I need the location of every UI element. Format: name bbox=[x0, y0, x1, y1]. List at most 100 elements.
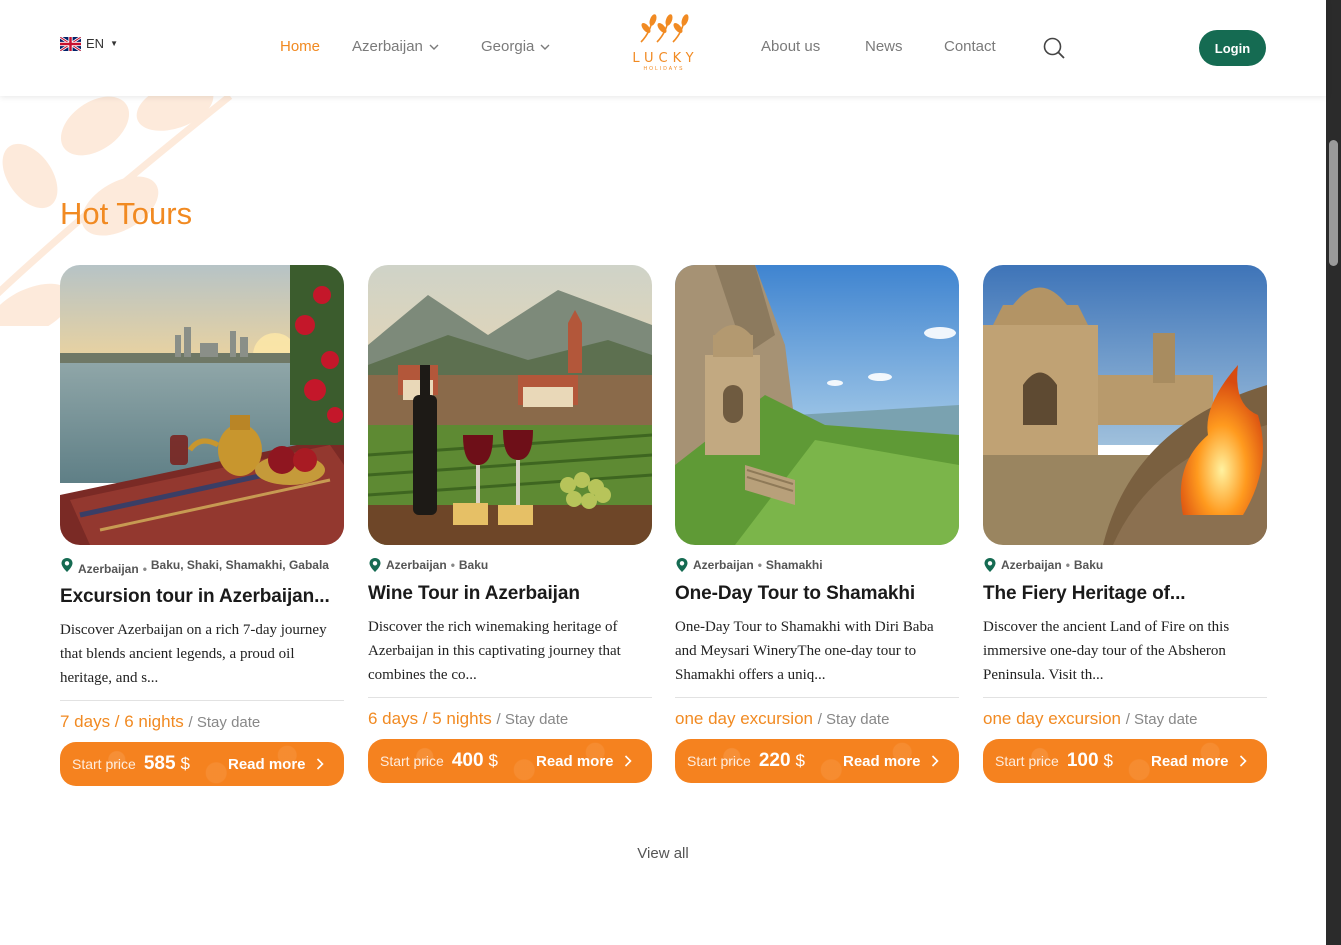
duration-value: one day excursion bbox=[983, 709, 1121, 728]
tour-card: Azerbaijan • Baku The Fiery Heritage of.… bbox=[983, 265, 1267, 783]
tour-country: Azerbaijan bbox=[78, 562, 139, 576]
nav-contact[interactable]: Contact bbox=[944, 38, 996, 55]
view-all-link[interactable]: View all bbox=[0, 845, 1326, 862]
separator-dot: • bbox=[1065, 558, 1070, 572]
read-more-label: Read more bbox=[536, 752, 614, 770]
separator-dot: • bbox=[142, 562, 147, 576]
tour-location: Azerbaijan • Shamakhi bbox=[675, 558, 959, 573]
tour-card: Azerbaijan • Baku, Shaki, Shamakhi, Gaba… bbox=[60, 265, 344, 786]
tour-title[interactable]: One-Day Tour to Shamakhi bbox=[675, 583, 959, 605]
map-pin-icon bbox=[984, 558, 996, 572]
tour-description: Discover Azerbaijan on a rich 7-day jour… bbox=[60, 622, 327, 686]
section-title: Hot Tours bbox=[60, 196, 193, 231]
tour-country: Azerbaijan bbox=[693, 558, 754, 572]
tour-title[interactable]: Excursion tour in Azerbaijan... bbox=[60, 586, 344, 608]
nav-azerbaijan-label: Azerbaijan bbox=[352, 38, 423, 55]
map-pin-icon bbox=[369, 558, 381, 572]
stay-date-label: / Stay date bbox=[1125, 711, 1198, 728]
login-button[interactable]: Login bbox=[1199, 30, 1266, 66]
card-divider bbox=[60, 700, 344, 701]
start-price-label: Start price bbox=[72, 756, 136, 772]
tour-image-baku-tea[interactable] bbox=[60, 265, 344, 545]
currency-symbol: $ bbox=[1103, 751, 1113, 770]
start-price-label: Start price bbox=[995, 753, 1059, 769]
tour-image-wine[interactable] bbox=[368, 265, 652, 545]
tour-title[interactable]: Wine Tour in Azerbaijan bbox=[368, 583, 652, 605]
separator-dot: • bbox=[450, 558, 455, 572]
book-bar[interactable]: Start price 585 $ Read more bbox=[60, 742, 344, 786]
tour-image-shamakhi[interactable] bbox=[675, 265, 959, 545]
chevron-right-icon bbox=[1239, 755, 1247, 767]
read-more-button[interactable]: Read more bbox=[843, 739, 939, 783]
start-price-value: 100 bbox=[1066, 750, 1099, 771]
duration-value: one day excursion bbox=[675, 709, 813, 728]
duration-value: 6 days / 5 nights bbox=[368, 709, 492, 728]
nav-news[interactable]: News bbox=[865, 38, 903, 55]
site-header: EN ▼ Home Azerbaijan Georgia LUCKY HOLID… bbox=[0, 0, 1326, 96]
nav-home-label: Home bbox=[280, 38, 321, 55]
read-more-label: Read more bbox=[1151, 752, 1229, 770]
chevron-right-icon bbox=[931, 755, 939, 767]
card-divider bbox=[675, 697, 959, 698]
read-more-label: Read more bbox=[843, 752, 921, 770]
lucky-holidays-logo[interactable]: LUCKY HOLIDAYS bbox=[620, 14, 706, 84]
book-bar[interactable]: Start price 400 $ Read more bbox=[368, 739, 652, 783]
card-divider bbox=[983, 697, 1267, 698]
chevron-down-icon bbox=[429, 44, 439, 50]
tour-cities: Baku bbox=[458, 558, 489, 572]
uk-flag-icon bbox=[60, 36, 81, 51]
search-icon[interactable] bbox=[1043, 37, 1065, 59]
nav-azerbaijan[interactable]: Azerbaijan bbox=[352, 38, 439, 55]
logo-subtitle: HOLIDAYS bbox=[643, 66, 685, 72]
scrollbar-thumb[interactable] bbox=[1329, 140, 1338, 266]
language-label: EN bbox=[86, 36, 105, 51]
tour-location: Azerbaijan • Baku, Shaki, Shamakhi, Gaba… bbox=[60, 558, 344, 576]
tour-country: Azerbaijan bbox=[386, 558, 447, 572]
stay-date-label: / Stay date bbox=[496, 711, 569, 728]
start-price-value: 585 bbox=[143, 753, 176, 774]
tour-duration: one day excursion / Stay date bbox=[675, 709, 959, 729]
language-selector[interactable]: EN ▼ bbox=[60, 36, 118, 51]
duration-value: 7 days / 6 nights bbox=[60, 712, 184, 731]
caret-down-icon: ▼ bbox=[110, 39, 118, 48]
tour-card: Azerbaijan • Shamakhi One-Day Tour to Sh… bbox=[675, 265, 959, 783]
start-price-label: Start price bbox=[687, 753, 751, 769]
page-scrollbar[interactable] bbox=[1326, 0, 1341, 945]
currency-symbol: $ bbox=[180, 754, 190, 773]
tour-duration: one day excursion / Stay date bbox=[983, 709, 1267, 729]
nav-about[interactable]: About us bbox=[761, 38, 820, 55]
currency-symbol: $ bbox=[488, 751, 498, 770]
tour-image-fiery-heritage[interactable] bbox=[983, 265, 1267, 545]
tour-duration: 7 days / 6 nights / Stay date bbox=[60, 712, 344, 732]
card-divider bbox=[368, 697, 652, 698]
chevron-right-icon bbox=[316, 758, 324, 770]
stay-date-label: / Stay date bbox=[188, 714, 261, 731]
map-pin-icon bbox=[61, 558, 73, 572]
tour-title[interactable]: The Fiery Heritage of... bbox=[983, 583, 1267, 605]
tour-description: Discover the ancient Land of Fire on thi… bbox=[983, 619, 1230, 683]
tour-card: Azerbaijan • Baku Wine Tour in Azerbaija… bbox=[368, 265, 652, 783]
tour-description: Discover the rich winemaking heritage of… bbox=[368, 619, 621, 683]
nav-georgia-label: Georgia bbox=[481, 38, 535, 55]
logo-wordmark: LUCKY bbox=[632, 51, 699, 66]
book-bar[interactable]: Start price 220 $ Read more bbox=[675, 739, 959, 783]
tour-location: Azerbaijan • Baku bbox=[983, 558, 1267, 573]
tour-cities: Shamakhi bbox=[765, 558, 823, 572]
book-bar[interactable]: Start price 100 $ Read more bbox=[983, 739, 1267, 783]
tour-description: One-Day Tour to Shamakhi with Diri Baba … bbox=[675, 619, 934, 683]
leaves-logo-icon bbox=[640, 14, 689, 43]
nav-news-label: News bbox=[865, 38, 903, 55]
start-price-value: 400 bbox=[451, 750, 484, 771]
nav-contact-label: Contact bbox=[944, 38, 996, 55]
nav-home[interactable]: Home bbox=[280, 38, 320, 55]
read-more-button[interactable]: Read more bbox=[1151, 739, 1247, 783]
tour-cities: Baku, Shaki, Shamakhi, Gabala bbox=[150, 558, 329, 572]
read-more-button[interactable]: Read more bbox=[228, 742, 324, 786]
nav-georgia[interactable]: Georgia bbox=[481, 38, 550, 55]
chevron-down-icon bbox=[540, 44, 550, 50]
map-pin-icon bbox=[676, 558, 688, 572]
chevron-right-icon bbox=[624, 755, 632, 767]
start-price-value: 220 bbox=[758, 750, 791, 771]
read-more-button[interactable]: Read more bbox=[536, 739, 632, 783]
tour-location: Azerbaijan • Baku bbox=[368, 558, 652, 573]
